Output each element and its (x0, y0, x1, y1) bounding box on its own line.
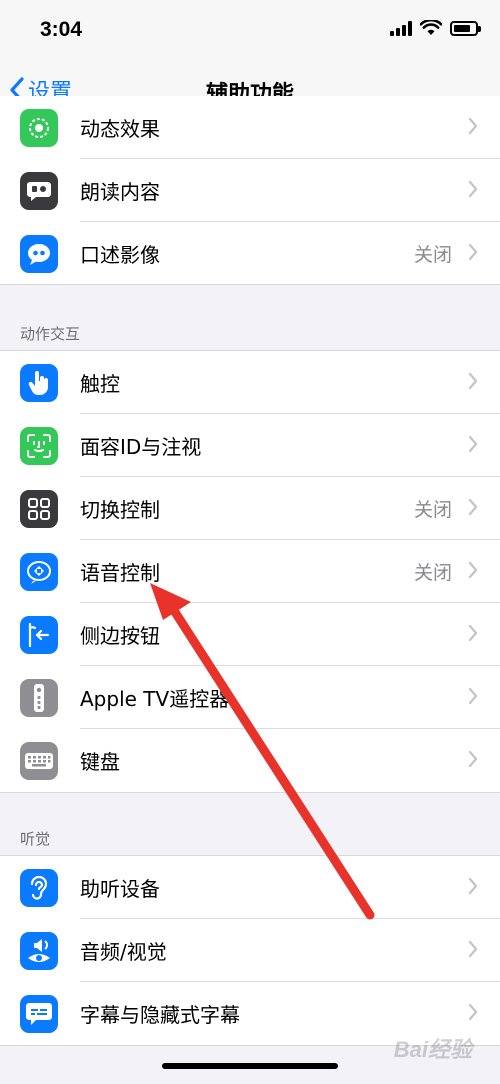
list-item-label: 语音控制 (80, 561, 160, 585)
motion-icon (20, 108, 58, 147)
wifi-icon (420, 20, 442, 35)
list-item-motion[interactable]: 动态效果 (0, 96, 500, 159)
list-item-side-button[interactable]: 侧边按钮 (0, 603, 500, 666)
hand-touch-icon (20, 363, 58, 402)
cellular-signal-icon (390, 20, 412, 36)
list-item-voice-control[interactable]: 语音控制 关闭 (0, 540, 500, 603)
list-item-label: 朗读内容 (80, 180, 160, 204)
chevron-right-icon (468, 372, 478, 390)
list-item-spoken-content[interactable]: 朗读内容 (0, 159, 500, 222)
list-item-audio-visual[interactable]: 音频/视觉 (0, 919, 500, 982)
list-item-face-id-attention[interactable]: 面容ID与注视 (0, 414, 500, 477)
status-time: 3:04 (40, 18, 83, 41)
chevron-right-icon (468, 1003, 478, 1021)
section-header-interaction: 动作交互 (20, 325, 81, 343)
status-bar: 3:04 (0, 0, 500, 62)
side-button-icon (20, 615, 58, 654)
chevron-right-icon (468, 561, 478, 579)
list-item-label: 触控 (80, 372, 120, 396)
chevron-right-icon (468, 243, 478, 261)
list-item-label: 助听设备 (80, 877, 160, 901)
list-item-label: Apple TV遥控器 (80, 687, 230, 711)
list-item-label: 面容ID与注视 (80, 435, 202, 459)
home-indicator[interactable] (162, 1063, 338, 1069)
list-item-label: 字幕与隐藏式字幕 (80, 1003, 240, 1027)
list-item-touch[interactable]: 触控 (0, 351, 500, 414)
list-item-label: 键盘 (80, 750, 120, 774)
chevron-right-icon (468, 498, 478, 516)
remote-icon (20, 678, 58, 717)
speech-bubble-icon (20, 171, 58, 210)
list-item-keyboards[interactable]: 键盘 (0, 729, 500, 792)
watermark-logo: Bai经验 (393, 1037, 472, 1062)
list-item-label: 口述影像 (80, 243, 160, 267)
status-icons (390, 20, 481, 36)
chevron-right-icon (468, 624, 478, 642)
quote-bubble-icon (20, 234, 58, 273)
chevron-right-icon (468, 117, 478, 135)
voice-control-icon (20, 552, 58, 591)
interaction-group: 触控 面容ID与注视 切换控制 关闭 语音控制 关闭 侧边按钮 Apple TV… (0, 350, 500, 793)
list-item-apple-tv-remote[interactable]: Apple TV遥控器 (0, 666, 500, 729)
battery-icon (450, 20, 481, 36)
section-header-hearing: 听觉 (20, 830, 51, 848)
list-item-switch-control[interactable]: 切换控制 关闭 (0, 477, 500, 540)
chevron-right-icon (468, 435, 478, 453)
list-item-value: 关闭 (413, 244, 452, 266)
chevron-right-icon (468, 750, 478, 768)
grid-icon (20, 489, 58, 528)
chevron-right-icon (468, 877, 478, 895)
list-item-label: 动态效果 (80, 117, 160, 141)
chevron-right-icon (468, 687, 478, 705)
list-item-label: 侧边按钮 (80, 624, 160, 648)
list-item-audio-descriptions[interactable]: 口述影像 关闭 (0, 222, 500, 284)
hearing-group: 助听设备 音频/视觉 字幕与隐藏式字幕 (0, 855, 500, 1046)
list-item-value: 关闭 (413, 562, 452, 584)
chevron-right-icon (468, 940, 478, 958)
list-item-label: 切换控制 (80, 498, 160, 522)
speaker-eye-icon (20, 931, 58, 970)
list-item-value: 关闭 (413, 499, 452, 521)
list-item-label: 音频/视觉 (80, 940, 167, 964)
vision-group: 动态效果 朗读内容 口述影像 关闭 (0, 96, 500, 285)
chevron-right-icon (468, 180, 478, 198)
ear-icon (20, 868, 58, 907)
keyboard-icon (20, 741, 58, 780)
list-item-hearing-devices[interactable]: 助听设备 (0, 856, 500, 919)
captions-bubble-icon (20, 994, 58, 1033)
face-id-icon (20, 426, 58, 465)
